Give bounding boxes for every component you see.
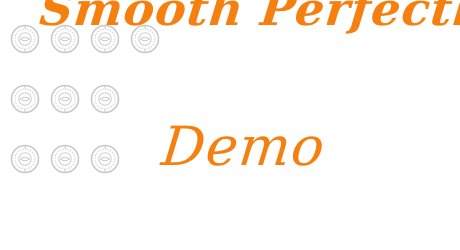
watermark-row xyxy=(10,84,120,114)
stamp-seal-icon xyxy=(10,84,40,114)
stamp-seal-icon xyxy=(90,144,120,174)
stamp-seal-icon xyxy=(90,84,120,114)
stamp-seal-icon xyxy=(10,24,40,54)
preview-title-text: Smooth Perfectly xyxy=(37,0,460,36)
stamp-seal-icon xyxy=(50,144,80,174)
font-preview-canvas: Smooth Perfectly Demo xyxy=(0,0,460,250)
watermark-row xyxy=(10,144,120,174)
preview-demo-text: Demo xyxy=(158,115,329,178)
stamp-seal-icon xyxy=(10,144,40,174)
watermark-grid xyxy=(10,24,180,174)
stamp-seal-icon xyxy=(50,84,80,114)
